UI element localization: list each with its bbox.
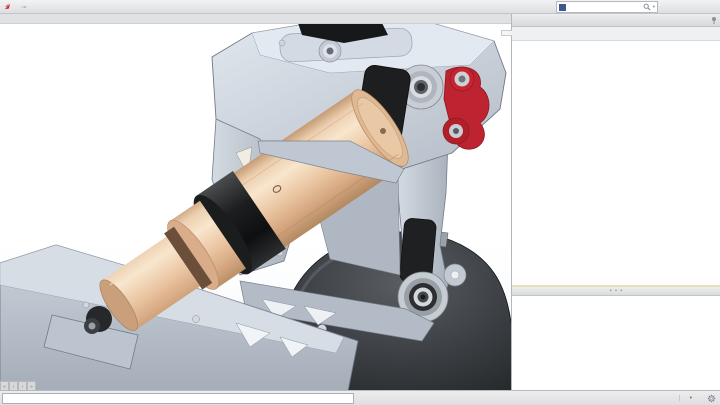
cad-model-prosthetic-assembly: [0, 23, 511, 391]
tags-icon[interactable]: [706, 393, 716, 403]
chevron-down-icon: ▾: [690, 395, 692, 401]
design-library-toolbar: [512, 27, 720, 41]
solidworks-logo: [0, 3, 18, 10]
title-bar: ⊸ ▾: [0, 0, 720, 14]
solidworks-logo-icon: [4, 3, 11, 10]
design-library-header: [512, 13, 720, 27]
library-parts-grid: [512, 296, 720, 391]
menu-pin-icon[interactable]: ⊸: [18, 3, 29, 11]
search-category-icon[interactable]: [559, 4, 566, 11]
selection-path-field: [2, 393, 354, 404]
pane-splitter[interactable]: [512, 285, 720, 296]
pin-icon[interactable]: [710, 16, 718, 24]
units-dropdown[interactable]: ▾: [679, 395, 700, 401]
chevron-down-icon[interactable]: ▾: [653, 4, 655, 10]
graphics-viewport[interactable]: «‹›»: [0, 23, 511, 391]
status-bar: ▾: [0, 390, 720, 405]
solidworks-window: ⊸ ▾: [0, 0, 720, 405]
task-pane: [511, 13, 720, 391]
task-pane-tab-strip: [501, 30, 512, 36]
search-icon[interactable]: [643, 3, 651, 11]
search-box[interactable]: ▾: [556, 1, 658, 13]
status-right-cluster: ▾: [641, 393, 720, 403]
design-library-tree: [512, 41, 720, 285]
commandmanager-tabs: [0, 13, 511, 24]
